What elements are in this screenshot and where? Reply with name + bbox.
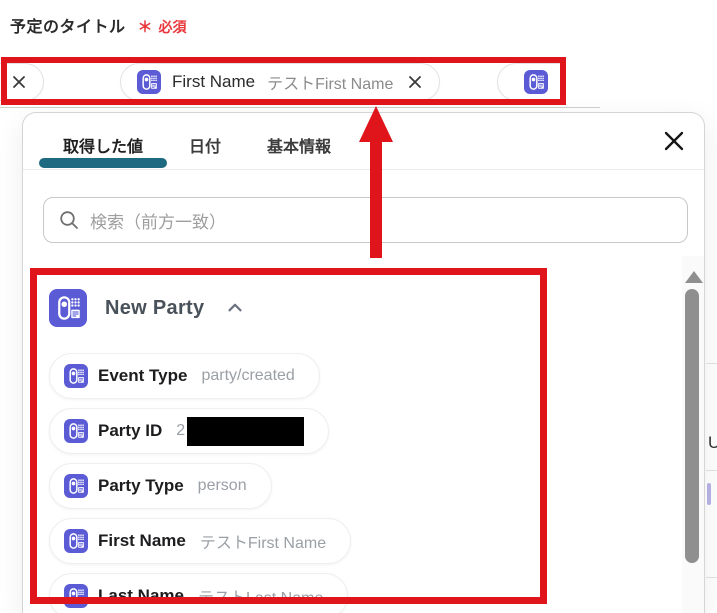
party-field-icon (64, 419, 88, 443)
field-item-event-type[interactable]: Event Type party/created (49, 353, 320, 399)
search-icon (58, 209, 80, 231)
chip-label: First Name (172, 72, 255, 92)
party-field-icon (64, 529, 88, 553)
scrollbar-up-arrow-icon[interactable] (685, 271, 703, 283)
field-item-last-name[interactable]: Last Name テストLast Name (49, 573, 348, 613)
tab-date[interactable]: 日付 (187, 129, 223, 161)
redaction-bar (187, 417, 304, 446)
active-tab-indicator (39, 158, 167, 168)
background-fragment (707, 483, 711, 505)
title-input-underline (0, 107, 600, 108)
field-item-first-name[interactable]: First Name テストFirst Name (49, 518, 351, 564)
field-item-party-type[interactable]: Party Type person (49, 463, 272, 509)
field-value: person (198, 477, 247, 495)
field-item-party-id[interactable]: Party ID 2 (49, 408, 329, 454)
field-value: party/created (201, 367, 294, 385)
field-label: Party Type (98, 476, 184, 496)
annotation-arrow-shaft (370, 140, 382, 258)
party-field-icon (137, 70, 161, 94)
scrollbar-thumb[interactable] (685, 289, 699, 563)
chip-value: テストFirst Name (267, 70, 393, 94)
field-label: Event Type (98, 366, 187, 386)
party-app-icon (49, 289, 87, 327)
party-field-icon (64, 584, 88, 608)
tab-retrieved-values[interactable]: 取得した値 (61, 129, 145, 161)
field-value: テストFirst Name (200, 529, 326, 553)
required-badge: 必須 (159, 17, 187, 37)
background-divider (706, 363, 717, 364)
party-field-icon (524, 70, 548, 94)
field-value: 2 (176, 422, 185, 440)
tab-divider (23, 169, 704, 170)
chip-title[interactable]: Title (0, 63, 44, 101)
field-label-row: 予定のタイトル ＊ 必須 (10, 13, 187, 37)
annotation-arrow-head (359, 106, 393, 142)
search-placeholder: 検索（前方一致） (90, 208, 226, 233)
field-label: Party ID (98, 421, 162, 441)
title-input[interactable]: Title First Name テストFirst Name (0, 58, 566, 104)
screenshot-root: 予定のタイトル ＊ 必須 Title First Name テストFirst N… (0, 0, 717, 613)
background-divider (706, 577, 717, 578)
remove-chip-icon[interactable] (407, 74, 423, 90)
chip-first-name[interactable]: First Name テストFirst Name (120, 63, 440, 101)
variable-picker-modal: 取得した値 日付 基本情報 検索（前方一致） New Party (22, 112, 705, 613)
field-value: テストLast Name (198, 584, 323, 608)
required-asterisk: ＊ (138, 16, 153, 37)
tab-bar: 取得した値 日付 基本情報 (61, 129, 333, 161)
close-icon[interactable] (660, 127, 688, 155)
background-text-fragment: U (708, 433, 717, 453)
remove-chip-icon[interactable] (11, 74, 27, 90)
group-name: New Party (105, 297, 204, 320)
party-field-icon (64, 364, 88, 388)
party-field-icon (64, 474, 88, 498)
chevron-up-icon[interactable] (224, 297, 246, 319)
group-header-new-party[interactable]: New Party (49, 289, 246, 327)
search-input[interactable]: 検索（前方一致） (43, 197, 688, 243)
field-label: Last Name (98, 586, 184, 606)
field-label: First Name (98, 531, 186, 551)
background-divider (706, 470, 717, 471)
chip-partial[interactable] (497, 63, 566, 101)
field-label: 予定のタイトル (10, 13, 126, 37)
tab-basic-info[interactable]: 基本情報 (265, 129, 333, 161)
